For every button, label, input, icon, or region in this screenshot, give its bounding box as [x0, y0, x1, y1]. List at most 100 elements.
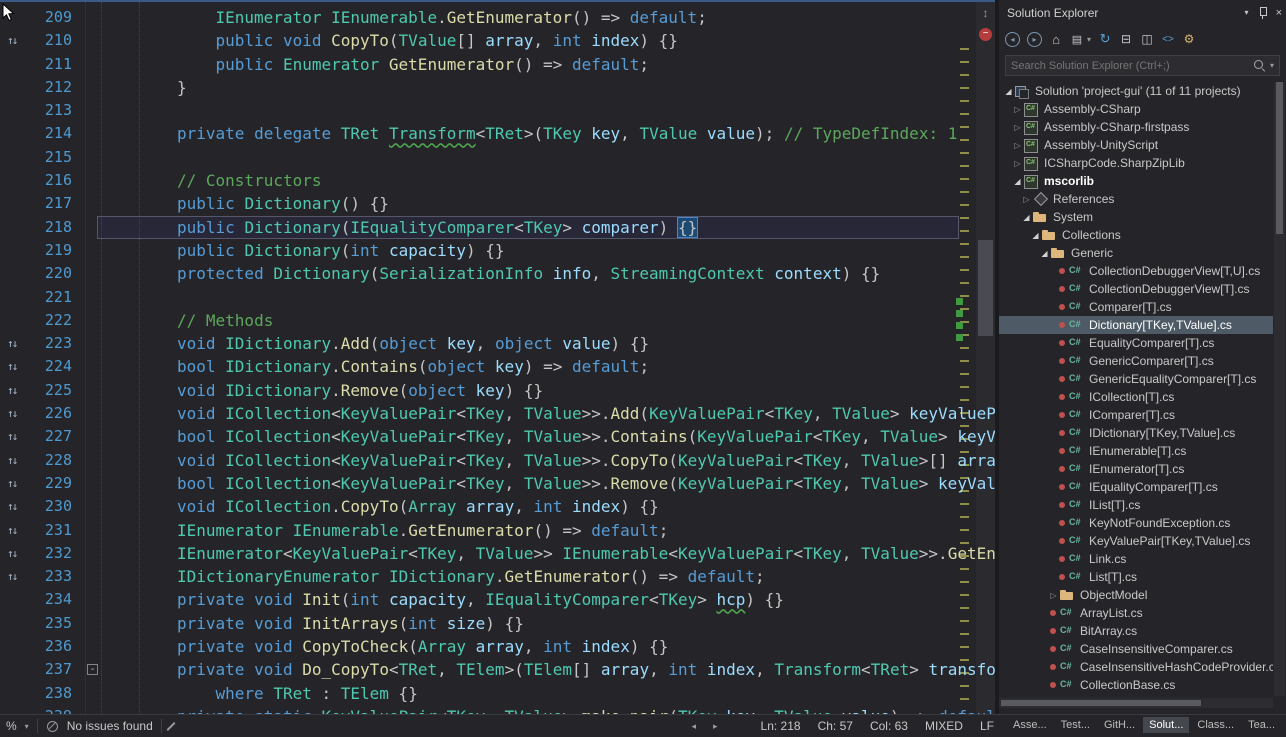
tree-item[interactable]: ArrayList.cs	[999, 604, 1273, 622]
window-position-icon[interactable]: ▾	[1245, 0, 1249, 26]
tree-item[interactable]: ◢Generic	[999, 244, 1273, 262]
tree-item[interactable]: EqualityComparer[T].cs	[999, 334, 1273, 352]
panel-scrollbar-thumb[interactable]	[1276, 82, 1283, 234]
split-editor-handle[interactable]: ↕	[977, 6, 994, 20]
switch-views-button-icon[interactable]: ▤	[1070, 31, 1084, 47]
code-line-216[interactable]: 216// Constructors	[0, 169, 995, 192]
tree-item[interactable]: BitArray.cs	[999, 622, 1273, 640]
tree-item[interactable]: IDictionary[TKey,TValue].cs	[999, 424, 1273, 442]
home-button-icon[interactable]: ⌂	[1049, 31, 1063, 47]
override-indicator-icon[interactable]: ↑↓	[7, 379, 16, 402]
panel-tab-class[interactable]: Class...	[1191, 717, 1240, 733]
search-options-caret-icon[interactable]: ▾	[1270, 61, 1274, 70]
chevron-collapsed-icon[interactable]: ▷	[1048, 591, 1059, 600]
code-line-221[interactable]: 221	[0, 286, 995, 309]
error-badge-icon[interactable]: −	[979, 28, 992, 41]
search-icon[interactable]	[1253, 59, 1266, 72]
panel-tab-tea[interactable]: Tea...	[1242, 717, 1281, 733]
override-indicator-icon[interactable]: ↑↓	[7, 495, 16, 518]
collapse-all-button-icon[interactable]: ⊟	[1119, 31, 1133, 47]
panel-hscrollbar-thumb[interactable]	[1001, 700, 1201, 706]
override-indicator-icon[interactable]: ↑↓	[7, 519, 16, 542]
tree-item[interactable]: IEnumerable[T].cs	[999, 442, 1273, 460]
override-indicator-icon[interactable]: ↑↓	[7, 425, 16, 448]
zoom-caret-icon[interactable]: ▾	[25, 722, 29, 731]
code-line-236[interactable]: 236private void CopyToCheck(Array array,…	[0, 635, 995, 658]
nav-forward-icon[interactable]: ▸	[713, 721, 718, 732]
code-line-215[interactable]: 215	[0, 146, 995, 169]
chevron-collapsed-icon[interactable]: ▷	[1012, 123, 1023, 132]
code-line-217[interactable]: 217public Dictionary() {}	[0, 192, 995, 215]
code-line-238[interactable]: 238where TRet : TElem {}	[0, 682, 995, 705]
tree-item[interactable]: Comparer[T].cs	[999, 298, 1273, 316]
chevron-collapsed-icon[interactable]: ▷	[1012, 105, 1023, 114]
show-all-files-button-icon[interactable]: ◫	[1140, 31, 1154, 47]
line-indicator[interactable]: Ln: 218	[761, 719, 801, 733]
tree-item[interactable]: KeyValuePair[TKey,TValue].cs	[999, 532, 1273, 550]
override-indicator-icon[interactable]: ↑↓	[7, 542, 16, 565]
code-line-239[interactable]: 239private static KeyValuePair<TKey, TVa…	[0, 705, 995, 714]
code-line-222[interactable]: 222// Methods	[0, 309, 995, 332]
tree-item[interactable]: GenericEqualityComparer[T].cs	[999, 370, 1273, 388]
code-line-210[interactable]: ↑↓210public void CopyTo(TValue[] array, …	[0, 29, 995, 52]
code-line-232[interactable]: ↑↓232IEnumerator<KeyValuePair<TKey, TVal…	[0, 542, 995, 565]
tree-item[interactable]: List[T].cs	[999, 568, 1273, 586]
code-line-211[interactable]: 211public Enumerator GetEnumerator() => …	[0, 53, 995, 76]
chevron-expanded-icon[interactable]: ◢	[1021, 213, 1032, 222]
search-input[interactable]	[1011, 60, 1253, 72]
code-line-220[interactable]: 220protected Dictionary(SerializationInf…	[0, 262, 995, 285]
code-line-213[interactable]: 213	[0, 99, 995, 122]
tree-item[interactable]: CollectionDebuggerView[T,U].cs	[999, 262, 1273, 280]
override-indicator-icon[interactable]: ↑↓	[7, 472, 16, 495]
chevron-collapsed-icon[interactable]: ▷	[1012, 159, 1023, 168]
tree-item[interactable]: ◢System	[999, 208, 1273, 226]
code-line-219[interactable]: 219public Dictionary(int capacity) {}	[0, 239, 995, 262]
code-line-233[interactable]: ↑↓233IDictionaryEnumerator IDictionary.G…	[0, 565, 995, 588]
code-line-228[interactable]: ↑↓228void ICollection<KeyValuePair<TKey,…	[0, 449, 995, 472]
issues-message[interactable]: No issues found	[67, 719, 153, 733]
encoding-indicator[interactable]: MIXED	[925, 719, 963, 733]
chevron-expanded-icon[interactable]: ◢	[1039, 249, 1050, 258]
override-indicator-icon[interactable]: ↑↓	[7, 332, 16, 355]
code-line-234[interactable]: 234private void Init(int capacity, IEqua…	[0, 588, 995, 611]
column-indicator[interactable]: Col: 63	[870, 719, 908, 733]
tree-item[interactable]: ◢Collections	[999, 226, 1273, 244]
code-line-235[interactable]: 235private void InitArrays(int size) {}	[0, 612, 995, 635]
override-indicator-icon[interactable]: ↑↓	[7, 565, 16, 588]
tree-item[interactable]: GenericComparer[T].cs	[999, 352, 1273, 370]
tree-item[interactable]: ▷References	[999, 190, 1273, 208]
tree-item[interactable]: IList[T].cs	[999, 496, 1273, 514]
pin-icon[interactable]	[1257, 6, 1268, 20]
panel-tab-solut[interactable]: Solut...	[1143, 717, 1189, 733]
code-line-223[interactable]: ↑↓223void IDictionary.Add(object key, ob…	[0, 332, 995, 355]
panel-horizontal-scrollbar[interactable]	[999, 698, 1273, 708]
tree-item[interactable]: Link.cs	[999, 550, 1273, 568]
search-box[interactable]: ▾	[1005, 55, 1280, 76]
tree-item[interactable]: KeyNotFoundException.cs	[999, 514, 1273, 532]
override-indicator-icon[interactable]: ↑↓	[7, 29, 16, 52]
panel-tab-asse[interactable]: Asse...	[1007, 717, 1053, 733]
switch-views-button-caret-icon[interactable]: ▾	[1087, 35, 1091, 44]
code-line-218[interactable]: 218public Dictionary(IEqualityComparer<T…	[0, 216, 995, 239]
override-indicator-icon[interactable]: ↑↓	[7, 402, 16, 425]
eol-indicator[interactable]: LF	[980, 719, 994, 733]
tree-item[interactable]: ◢Solution 'project-gui' (11 of 11 projec…	[999, 82, 1273, 100]
tree-item[interactable]: ▷Assembly-CSharp-firstpass	[999, 118, 1273, 136]
tree-item[interactable]: ▷Assembly-UnityScript	[999, 136, 1273, 154]
tree-item[interactable]: Dictionary[TKey,TValue].cs	[999, 316, 1273, 334]
code-line-214[interactable]: 214private delegate TRet Transform<TRet>…	[0, 122, 995, 145]
chevron-collapsed-icon[interactable]: ▷	[1012, 141, 1023, 150]
forward-button-icon[interactable]: ▸	[1027, 32, 1042, 47]
override-indicator-icon[interactable]: ↑↓	[7, 355, 16, 378]
code-line-231[interactable]: ↑↓231IEnumerator IEnumerable.GetEnumerat…	[0, 519, 995, 542]
panel-tab-gith[interactable]: GitH...	[1098, 717, 1141, 733]
code-line-209[interactable]: 209IEnumerator IEnumerable.GetEnumerator…	[0, 6, 995, 29]
editor-scrollbar-thumb[interactable]	[978, 240, 993, 336]
code-line-230[interactable]: ↑↓230void ICollection.CopyTo(Array array…	[0, 495, 995, 518]
nav-back-icon[interactable]: ◂	[691, 721, 696, 732]
tree-item[interactable]: CaseInsensitiveComparer.cs	[999, 640, 1273, 658]
tree-item[interactable]: IEnumerator[T].cs	[999, 460, 1273, 478]
tree-item[interactable]: ▷Assembly-CSharp	[999, 100, 1273, 118]
code-line-225[interactable]: ↑↓225void IDictionary.Remove(object key)…	[0, 379, 995, 402]
code-line-237[interactable]: 237-private void Do_CopyTo<TRet, TElem>(…	[0, 658, 995, 681]
